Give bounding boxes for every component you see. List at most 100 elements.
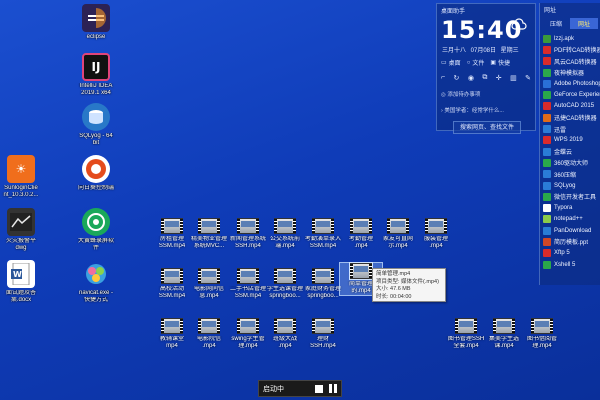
video-file-icon [198,268,220,284]
video-file-label: 图书借阅管 [526,336,557,342]
sidebar-item-label: 迅捷CAD转换器 [554,116,597,123]
video-file-icon [198,318,220,334]
panel-search-button[interactable]: 搜索网页、查找文件 [453,121,521,134]
video-file[interactable]: 电影院信 .mp4 [187,318,231,350]
video-file-icon [237,218,259,234]
sidebar-item[interactable]: 简历模板.ppt [540,236,600,247]
app-icon [543,260,551,269]
video-file-icon [387,218,409,234]
video-file[interactable]: 精美物业管理 系统MVC... [187,218,231,250]
desktop-icon-sqlyog[interactable]: SQLyog - 64 bit [74,103,118,147]
sidebar-item[interactable]: 360驱动大师 [540,157,600,168]
desktop-icon-intellij[interactable]: IJ IntelliJ IDEA 2019.1 x64 [74,53,118,97]
desktop-icon-dwg[interactable]: 火灾报警平 dwg [0,208,42,252]
video-file-icon [312,318,334,334]
tab-files[interactable]: ○ 文件 [467,58,485,68]
sidebar-item[interactable]: Xftp 5 [540,248,600,259]
app-icon [543,204,551,213]
sidebar-item[interactable]: 迅捷CAD转换器 [540,112,600,123]
pause-button[interactable] [329,384,337,393]
sidebar-item[interactable]: SQLyog [540,180,600,191]
desktop-icon-sunlogin[interactable]: ☀ SunloginClie nt_10.3.0.2... [0,155,42,199]
sidebar-item-label: Xftp 5 [554,250,570,257]
recording-status: 启动中 [263,385,284,393]
video-file-icon [312,218,334,234]
video-file[interactable]: 理财 SSH.mp4 [301,318,345,350]
tab-label: 快捷 [498,61,511,67]
stop-button[interactable] [315,384,323,393]
video-file[interactable]: 图书借阅管 理.mp4 [520,318,564,350]
video-file-icon [455,318,477,334]
desktop-icon-label: 2019.1 x64 [81,90,111,96]
sidebar-item[interactable]: Xshell 5 [540,259,600,270]
eye-icon[interactable]: ◉ [468,74,474,82]
sidebar-item-label: Typora [554,205,573,212]
video-file-icon [531,318,553,334]
app-icon [543,226,551,235]
video-file-label: 电影网同信 [193,286,224,292]
desktop-icon-label: IntelliJ IDEA [79,83,113,89]
video-file-icon [425,218,447,234]
sidebar-item[interactable]: lzzj.apk [540,33,600,44]
screen-recorder-icon [82,208,110,236]
app-icon [543,215,551,224]
sidebar-item[interactable]: 微信开发者工具 [540,191,600,202]
tab-label: 文件 [472,61,485,67]
sidebar-item[interactable]: Typora [540,202,600,213]
desktop-icon-label: nt_10.3.0.2... [3,192,39,198]
sidebar-item[interactable]: PDF转CAD转换器 [540,44,600,55]
tab-compress[interactable]: 压缩 [542,18,570,29]
sunlogin-icon: ☀ [7,155,35,183]
app-icon [543,136,551,145]
sidebar-item-label: PanDownload [554,227,592,234]
sidebar-item[interactable]: AutoCAD 2015 [540,101,600,112]
app-icon [543,147,551,156]
chart-icon[interactable]: ▥ [510,74,517,82]
video-file-label: 理.mp4 [532,343,552,349]
video-file-icon [237,318,259,334]
dwg-file-icon [7,208,35,236]
video-file[interactable]: 电影网同信 息.mp4 [187,268,231,300]
desktop: { "desktop_icons": [ {"name": "eclipse",… [0,0,600,400]
tab-label: 桌面 [448,61,461,67]
sidebar-item-label: 简历模板.ppt [554,240,589,247]
sqlyog-icon [82,103,110,131]
sidebar-item[interactable]: 迅雷 [540,123,600,134]
desktop-icon-docx[interactable]: W 面试题及答 案.docx [0,260,42,304]
video-file-label: SSH.mp4 [310,343,336,349]
tab-urls[interactable]: 网址 [570,18,598,29]
sidebar-item[interactable]: 风云CAD转换器 [540,56,600,67]
refresh-icon[interactable]: ↻ [454,74,460,82]
sidebar-item[interactable]: Adobe Photoshop [540,78,600,89]
desktop-icon-eclipse[interactable]: eclipse [74,4,118,41]
sidebar-item[interactable]: PanDownload [540,225,600,236]
sidebar-item[interactable]: 夜神模拟器 [540,67,600,78]
app-icon [543,192,551,201]
desktop-icon-navicat[interactable]: navicat.exe - 快捷方式 [74,260,118,304]
brush-icon[interactable]: ✎ [525,74,531,82]
sidebar-item-label: 风云CAD转换器 [554,59,597,66]
sidebar-item[interactable]: GeForce Experience [540,89,600,100]
video-file[interactable]: 服装管理 .mp4 [414,218,458,250]
sidebar-item-label: PDF转CAD转换器 [554,48,600,55]
sidebar-item-label: Xshell 5 [554,261,576,268]
sidebar-item[interactable]: 360压缩 [540,169,600,180]
video-file-icon [161,318,183,334]
crop-icon[interactable]: ⌐ [441,74,445,82]
pin-icon[interactable]: ✛ [496,74,502,82]
sidebar-item-label: 360压缩 [554,172,577,179]
sidebar-item[interactable]: WPS 2019 [540,135,600,146]
sidebar-item-label: 金蝶云 [554,150,573,157]
sidebar-item-label: GeForce Experience [554,92,600,99]
desktop-icon-dajiang[interactable]: 大黄蜂录屏软 件 [74,208,118,252]
news-row[interactable]: › 美国学者：经常学什么... [441,106,531,114]
sidebar-item[interactable]: notepad++ [540,214,600,225]
copy-icon[interactable]: ⧉ [482,74,487,82]
remote-control-icon [82,155,110,183]
tab-shortcuts[interactable]: ▣ 快捷 [490,58,510,67]
sidebar-item[interactable]: 金蝶云 [540,146,600,157]
add-todo-row[interactable]: ◎ 添加待办事项 [441,90,531,98]
tooltip-filename: 简单管理.mp4 [376,271,411,277]
tab-desktop[interactable]: ▭ 桌面 [441,58,461,67]
desktop-icon-remote-control[interactable]: 向日葵控制端 [74,155,118,192]
